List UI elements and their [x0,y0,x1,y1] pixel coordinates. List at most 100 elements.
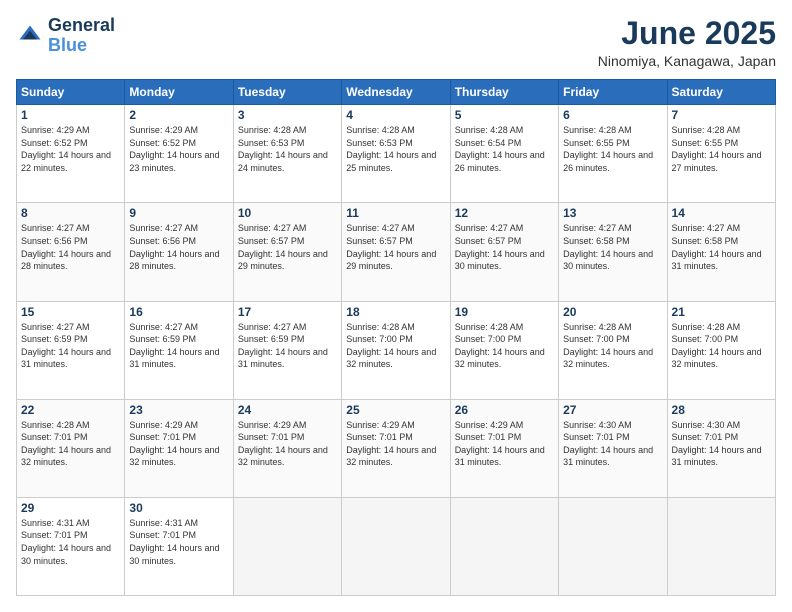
day-info: Sunrise: 4:27 AM Sunset: 6:59 PM Dayligh… [238,321,337,371]
table-row: 10 Sunrise: 4:27 AM Sunset: 6:57 PM Dayl… [233,203,341,301]
day-info: Sunrise: 4:28 AM Sunset: 6:53 PM Dayligh… [238,124,337,174]
table-row: 15 Sunrise: 4:27 AM Sunset: 6:59 PM Dayl… [17,301,125,399]
table-row: 12 Sunrise: 4:27 AM Sunset: 6:57 PM Dayl… [450,203,558,301]
day-info: Sunrise: 4:27 AM Sunset: 6:57 PM Dayligh… [346,222,445,272]
table-row: 21 Sunrise: 4:28 AM Sunset: 7:00 PM Dayl… [667,301,775,399]
logo: General Blue [16,16,115,56]
day-info: Sunrise: 4:31 AM Sunset: 7:01 PM Dayligh… [129,517,228,567]
day-info: Sunrise: 4:28 AM Sunset: 6:55 PM Dayligh… [672,124,771,174]
table-row: 28 Sunrise: 4:30 AM Sunset: 7:01 PM Dayl… [667,399,775,497]
title-block: June 2025 Ninomiya, Kanagawa, Japan [598,16,776,69]
day-number: 9 [129,206,228,220]
table-row: 24 Sunrise: 4:29 AM Sunset: 7:01 PM Dayl… [233,399,341,497]
day-info: Sunrise: 4:28 AM Sunset: 6:55 PM Dayligh… [563,124,662,174]
day-info: Sunrise: 4:30 AM Sunset: 7:01 PM Dayligh… [672,419,771,469]
calendar-week-row: 1 Sunrise: 4:29 AM Sunset: 6:52 PM Dayli… [17,105,776,203]
day-number: 29 [21,501,120,515]
day-number: 12 [455,206,554,220]
calendar-week-row: 15 Sunrise: 4:27 AM Sunset: 6:59 PM Dayl… [17,301,776,399]
page-title: June 2025 [598,16,776,51]
day-number: 13 [563,206,662,220]
day-number: 5 [455,108,554,122]
day-number: 15 [21,305,120,319]
calendar-week-row: 22 Sunrise: 4:28 AM Sunset: 7:01 PM Dayl… [17,399,776,497]
day-number: 17 [238,305,337,319]
col-thursday: Thursday [450,80,558,105]
table-row: 27 Sunrise: 4:30 AM Sunset: 7:01 PM Dayl… [559,399,667,497]
day-info: Sunrise: 4:29 AM Sunset: 6:52 PM Dayligh… [21,124,120,174]
col-friday: Friday [559,80,667,105]
col-sunday: Sunday [17,80,125,105]
table-row: 7 Sunrise: 4:28 AM Sunset: 6:55 PM Dayli… [667,105,775,203]
day-info: Sunrise: 4:28 AM Sunset: 7:00 PM Dayligh… [563,321,662,371]
day-number: 14 [672,206,771,220]
table-row: 26 Sunrise: 4:29 AM Sunset: 7:01 PM Dayl… [450,399,558,497]
day-number: 1 [21,108,120,122]
day-number: 7 [672,108,771,122]
day-number: 8 [21,206,120,220]
calendar-header-row: Sunday Monday Tuesday Wednesday Thursday… [17,80,776,105]
day-info: Sunrise: 4:27 AM Sunset: 6:59 PM Dayligh… [21,321,120,371]
day-number: 4 [346,108,445,122]
day-info: Sunrise: 4:29 AM Sunset: 6:52 PM Dayligh… [129,124,228,174]
page-subtitle: Ninomiya, Kanagawa, Japan [598,53,776,69]
table-row: 6 Sunrise: 4:28 AM Sunset: 6:55 PM Dayli… [559,105,667,203]
day-info: Sunrise: 4:27 AM Sunset: 6:58 PM Dayligh… [563,222,662,272]
day-info: Sunrise: 4:27 AM Sunset: 6:59 PM Dayligh… [129,321,228,371]
day-number: 21 [672,305,771,319]
table-row: 18 Sunrise: 4:28 AM Sunset: 7:00 PM Dayl… [342,301,450,399]
logo-text: General Blue [48,16,115,56]
logo-icon [16,22,44,50]
day-info: Sunrise: 4:27 AM Sunset: 6:57 PM Dayligh… [455,222,554,272]
calendar-week-row: 8 Sunrise: 4:27 AM Sunset: 6:56 PM Dayli… [17,203,776,301]
day-info: Sunrise: 4:27 AM Sunset: 6:56 PM Dayligh… [129,222,228,272]
day-number: 10 [238,206,337,220]
day-info: Sunrise: 4:29 AM Sunset: 7:01 PM Dayligh… [129,419,228,469]
header: General Blue June 2025 Ninomiya, Kanagaw… [16,16,776,69]
table-row: 20 Sunrise: 4:28 AM Sunset: 7:00 PM Dayl… [559,301,667,399]
table-row: 14 Sunrise: 4:27 AM Sunset: 6:58 PM Dayl… [667,203,775,301]
table-row [559,497,667,595]
day-number: 24 [238,403,337,417]
col-monday: Monday [125,80,233,105]
table-row: 17 Sunrise: 4:27 AM Sunset: 6:59 PM Dayl… [233,301,341,399]
col-saturday: Saturday [667,80,775,105]
table-row: 8 Sunrise: 4:27 AM Sunset: 6:56 PM Dayli… [17,203,125,301]
day-number: 19 [455,305,554,319]
table-row: 16 Sunrise: 4:27 AM Sunset: 6:59 PM Dayl… [125,301,233,399]
day-info: Sunrise: 4:28 AM Sunset: 7:00 PM Dayligh… [346,321,445,371]
col-tuesday: Tuesday [233,80,341,105]
table-row: 1 Sunrise: 4:29 AM Sunset: 6:52 PM Dayli… [17,105,125,203]
day-number: 28 [672,403,771,417]
day-number: 3 [238,108,337,122]
table-row: 25 Sunrise: 4:29 AM Sunset: 7:01 PM Dayl… [342,399,450,497]
day-info: Sunrise: 4:28 AM Sunset: 7:00 PM Dayligh… [455,321,554,371]
table-row [667,497,775,595]
calendar-week-row: 29 Sunrise: 4:31 AM Sunset: 7:01 PM Dayl… [17,497,776,595]
page: General Blue June 2025 Ninomiya, Kanagaw… [0,0,792,612]
table-row: 3 Sunrise: 4:28 AM Sunset: 6:53 PM Dayli… [233,105,341,203]
day-number: 22 [21,403,120,417]
table-row [233,497,341,595]
table-row: 19 Sunrise: 4:28 AM Sunset: 7:00 PM Dayl… [450,301,558,399]
day-info: Sunrise: 4:29 AM Sunset: 7:01 PM Dayligh… [346,419,445,469]
day-number: 23 [129,403,228,417]
table-row: 29 Sunrise: 4:31 AM Sunset: 7:01 PM Dayl… [17,497,125,595]
table-row: 22 Sunrise: 4:28 AM Sunset: 7:01 PM Dayl… [17,399,125,497]
day-info: Sunrise: 4:28 AM Sunset: 7:00 PM Dayligh… [672,321,771,371]
day-info: Sunrise: 4:27 AM Sunset: 6:57 PM Dayligh… [238,222,337,272]
day-info: Sunrise: 4:29 AM Sunset: 7:01 PM Dayligh… [238,419,337,469]
day-number: 25 [346,403,445,417]
day-info: Sunrise: 4:28 AM Sunset: 6:53 PM Dayligh… [346,124,445,174]
day-number: 18 [346,305,445,319]
day-info: Sunrise: 4:28 AM Sunset: 6:54 PM Dayligh… [455,124,554,174]
col-wednesday: Wednesday [342,80,450,105]
table-row: 4 Sunrise: 4:28 AM Sunset: 6:53 PM Dayli… [342,105,450,203]
day-info: Sunrise: 4:29 AM Sunset: 7:01 PM Dayligh… [455,419,554,469]
table-row: 23 Sunrise: 4:29 AM Sunset: 7:01 PM Dayl… [125,399,233,497]
table-row: 13 Sunrise: 4:27 AM Sunset: 6:58 PM Dayl… [559,203,667,301]
table-row: 30 Sunrise: 4:31 AM Sunset: 7:01 PM Dayl… [125,497,233,595]
table-row [450,497,558,595]
day-number: 30 [129,501,228,515]
day-info: Sunrise: 4:31 AM Sunset: 7:01 PM Dayligh… [21,517,120,567]
